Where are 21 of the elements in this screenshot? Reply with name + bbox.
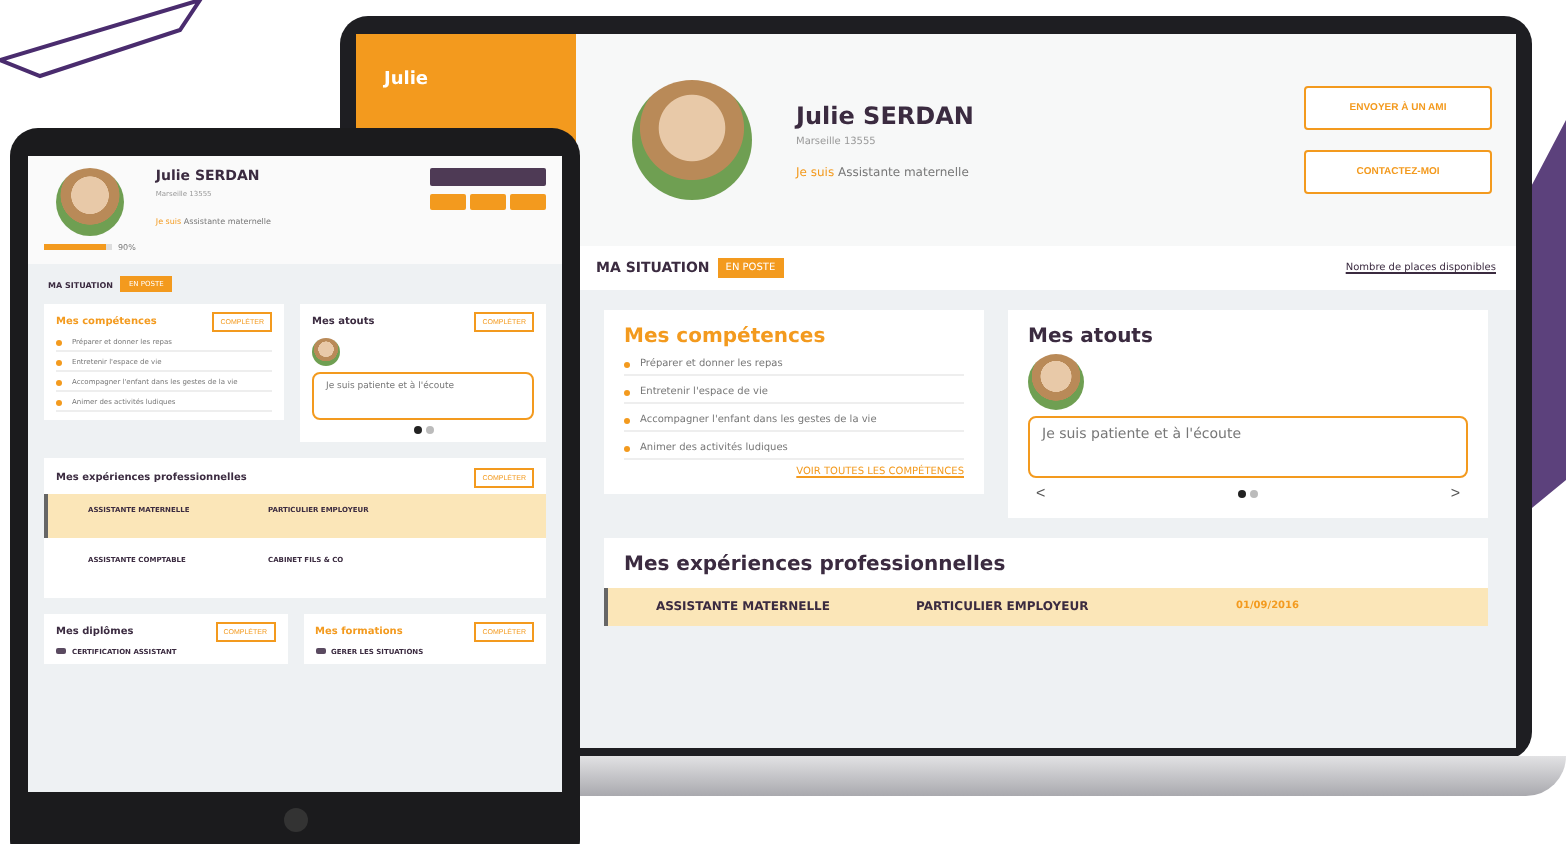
profile-name: Julie SERDAN [796,101,976,129]
strengths-title: Mes atouts [1028,326,1155,348]
experiences-title: Mes expériences professionnelles [622,554,1008,576]
document-icon [315,647,325,655]
skills-title: Mes compétences [624,326,828,348]
sidebar-name: Julie [384,70,429,90]
previous-button[interactable]: < [1028,484,1054,502]
avatar-photo-placeholder [55,168,124,236]
avatar-photo-placeholder [1028,354,1084,410]
home-button[interactable] [283,808,307,832]
page-dot[interactable] [425,425,433,433]
small-action-button[interactable] [510,194,546,210]
page-dot[interactable] [1250,489,1258,497]
document-icon [56,647,66,655]
small-action-button[interactable] [470,194,506,210]
small-action-button[interactable] [430,194,466,210]
share-button[interactable] [430,168,546,186]
avatar-photo-placeholder [312,338,340,366]
next-button[interactable]: > [1442,484,1468,502]
page-dot[interactable] [1238,489,1246,497]
page-dot[interactable] [413,425,421,433]
